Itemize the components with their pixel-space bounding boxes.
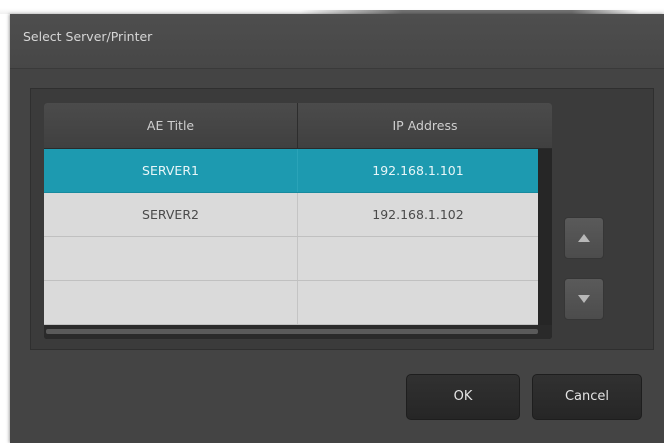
cancel-button[interactable]: Cancel — [532, 374, 642, 420]
content-panel: AE Title IP Address SERVER1 192.168.1.10… — [30, 88, 654, 350]
cell-ip-address: 192.168.1.102 — [372, 207, 464, 222]
cell-ip-address — [298, 237, 538, 280]
column-header-ip-address[interactable]: IP Address — [298, 103, 552, 148]
move-up-button[interactable] — [564, 217, 604, 259]
cell-ae-title: SERVER1 — [44, 149, 298, 192]
table-row-server1[interactable]: SERVER1 192.168.1.101 — [44, 149, 538, 193]
vertical-scrollbar[interactable] — [538, 149, 552, 325]
move-down-button[interactable] — [564, 278, 604, 320]
table-row-empty[interactable] — [44, 237, 538, 281]
table-row-server2[interactable]: SERVER2 192.168.1.102 — [44, 193, 538, 237]
dialog-title: Select Server/Printer — [23, 29, 153, 44]
select-server-dialog: Select Server/Printer AE Title IP Addres… — [10, 14, 664, 443]
table-header: AE Title IP Address — [44, 103, 552, 149]
cell-ae-title — [44, 281, 298, 324]
horizontal-scrollbar-thumb[interactable] — [46, 329, 538, 334]
cell-ae-title: SERVER2 — [44, 193, 298, 236]
table-row-empty[interactable] — [44, 281, 538, 325]
horizontal-scrollbar[interactable] — [44, 325, 552, 339]
cell-ip-address — [298, 281, 538, 324]
dialog-titlebar[interactable]: Select Server/Printer — [10, 14, 664, 69]
triangle-up-icon — [578, 234, 590, 242]
triangle-down-icon — [578, 295, 590, 303]
table-body: SERVER1 192.168.1.101 SERVER2 192.168.1.… — [44, 149, 538, 325]
column-header-ae-title[interactable]: AE Title — [44, 103, 298, 148]
cell-ae-title — [44, 237, 298, 280]
ok-button[interactable]: OK — [406, 374, 520, 420]
server-table: AE Title IP Address SERVER1 192.168.1.10… — [44, 103, 552, 339]
background-window-edge — [0, 0, 664, 14]
cell-ip-address: 192.168.1.101 — [372, 163, 464, 178]
